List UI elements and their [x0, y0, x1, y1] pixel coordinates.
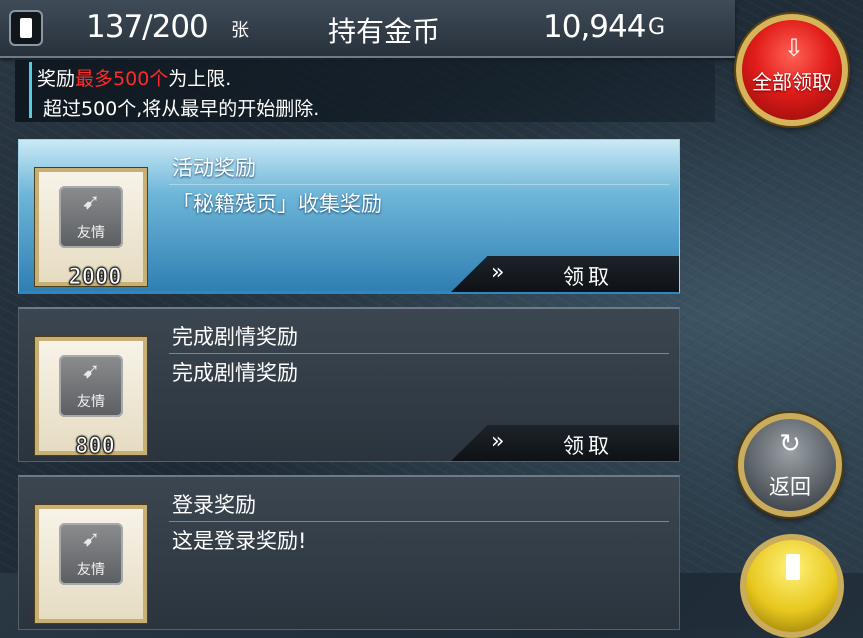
- icon-badge: ➹ 友情: [59, 186, 123, 248]
- double-chevron-icon: »: [491, 429, 505, 454]
- back-button[interactable]: ↻ 返回: [738, 413, 842, 517]
- notice-line-1: 奖励最多500个为上限.: [37, 64, 231, 91]
- reward-title: 登录奖励: [172, 493, 256, 517]
- icon-label: 友情: [77, 394, 105, 410]
- reward-item-event[interactable]: 活动奖励 「秘籍残页」收集奖励 ➹ 友情 2000 » 领取: [18, 139, 680, 294]
- refresh-arrow-icon: ↻: [779, 429, 801, 459]
- notice-suffix: 为上限.: [168, 68, 232, 90]
- card-count: 137/200: [86, 9, 209, 45]
- reward-item-login[interactable]: 登录奖励 这是登录奖励! ➹ 友情: [18, 475, 680, 630]
- icon-label: 友情: [77, 225, 105, 241]
- run-figure-icon: ➹: [81, 190, 101, 215]
- download-arrow-icon: ⇩: [784, 34, 805, 62]
- claim-all-button[interactable]: ⇩ 全部领取: [736, 14, 848, 126]
- notice-line-2: 超过500个,将从最早的开始删除.: [43, 98, 320, 120]
- coin-unit: G: [648, 15, 666, 40]
- notice-highlight: 最多500个: [75, 68, 169, 90]
- card-count-unit: 张: [231, 20, 249, 41]
- friendship-point-icon: ➹ 友情 800: [35, 337, 147, 460]
- reward-quantity: 800: [75, 434, 116, 460]
- double-chevron-icon: »: [491, 260, 505, 285]
- reward-description: 「秘籍残页」收集奖励: [172, 192, 382, 216]
- reward-description: 完成剧情奖励: [172, 361, 298, 385]
- title-divider: [169, 353, 669, 354]
- run-figure-icon: ➹: [81, 359, 101, 384]
- reward-title: 完成剧情奖励: [172, 325, 298, 349]
- notice-accent-bar: [29, 62, 32, 118]
- title-divider: [169, 521, 669, 522]
- coin-value: 10,944: [543, 9, 646, 45]
- claim-label: 领取: [563, 265, 613, 289]
- reward-item-story[interactable]: 完成剧情奖励 完成剧情奖励 ➹ 友情 800 » 领取: [18, 307, 680, 462]
- icon-label: 友情: [77, 562, 105, 578]
- claim-button[interactable]: » 领取: [451, 256, 679, 292]
- header-bar: 137/200 张 持有金币 10,944 G: [0, 0, 735, 58]
- limit-notice: 奖励最多500个为上限. 超过500个,将从最早的开始删除.: [15, 60, 715, 122]
- reward-quantity: 2000: [68, 265, 122, 291]
- card-menu-button[interactable]: [740, 534, 844, 638]
- icon-badge: ➹ 友情: [59, 355, 123, 417]
- claim-button[interactable]: » 领取: [451, 425, 679, 461]
- reward-title: 活动奖励: [172, 156, 256, 180]
- friendship-point-icon: ➹ 友情 2000: [35, 168, 147, 291]
- run-figure-icon: ➹: [81, 527, 101, 552]
- icon-badge: ➹ 友情: [59, 523, 123, 585]
- coin-label: 持有金币: [328, 15, 441, 48]
- notice-prefix: 奖励: [37, 68, 76, 90]
- back-label: 返回: [769, 475, 811, 499]
- claim-all-label: 全部领取: [752, 70, 832, 94]
- reward-description: 这是登录奖励!: [172, 529, 307, 553]
- card-icon: [9, 10, 43, 46]
- claim-label: 领取: [563, 434, 613, 458]
- title-divider: [169, 184, 669, 185]
- friendship-point-icon: ➹ 友情: [35, 505, 147, 623]
